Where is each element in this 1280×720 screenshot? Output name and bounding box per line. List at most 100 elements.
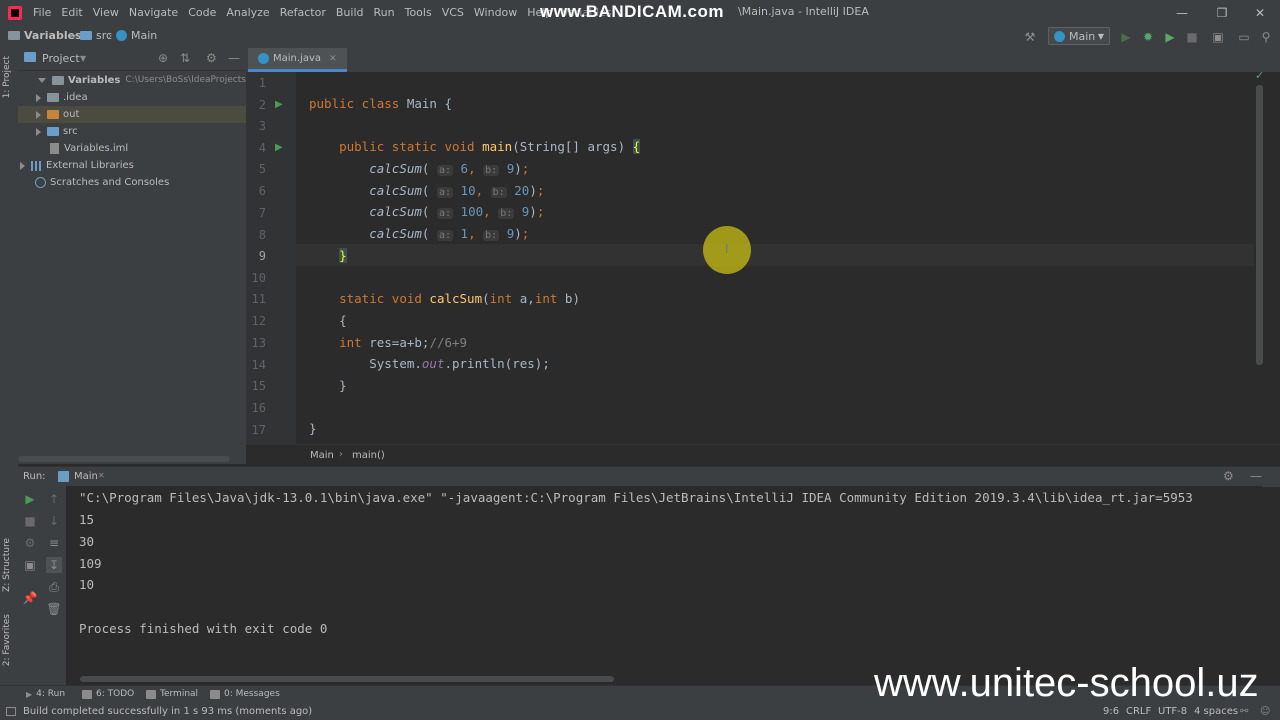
up-arrow-icon[interactable]: ↑: [46, 491, 62, 507]
tab-run[interactable]: ▶ 4: Run: [26, 689, 65, 699]
tab-project[interactable]: 1: Project: [2, 56, 12, 98]
menu-window[interactable]: Window: [469, 0, 522, 25]
search-icon[interactable]: ⚲: [1258, 29, 1274, 45]
code-editor[interactable]: public class Main { public static void m…: [296, 72, 1254, 444]
project-hscrollbar[interactable]: [18, 456, 230, 462]
tree-item-src[interactable]: src: [36, 123, 78, 140]
run-tab-main[interactable]: Main: [74, 471, 98, 482]
minimize-button[interactable]: —: [1168, 4, 1196, 22]
stop-icon[interactable]: ■: [1184, 29, 1200, 45]
debug-icon[interactable]: ✹: [1140, 29, 1156, 45]
editor-crumb-class[interactable]: Main: [310, 450, 334, 461]
locate-icon[interactable]: ⊕: [158, 51, 168, 65]
hammer-icon[interactable]: ⚒: [1022, 29, 1038, 45]
chevron-down-icon[interactable]: ▼: [80, 54, 86, 63]
menu-tools[interactable]: Tools: [400, 0, 437, 25]
code-comment: //6+9: [429, 335, 468, 350]
tree-item-label: out: [63, 109, 80, 120]
editor-vscrollbar[interactable]: [1256, 85, 1263, 365]
gear-icon[interactable]: ⚙: [1223, 469, 1234, 483]
tab-messages[interactable]: 0: Messages: [210, 689, 280, 699]
menu-navigate[interactable]: Navigate: [124, 0, 183, 25]
run-icon: ▶: [26, 689, 33, 699]
tree-item-scratches[interactable]: Scratches and Consoles: [35, 174, 169, 191]
line-number: 3: [258, 119, 266, 133]
down-arrow-icon[interactable]: ↓: [46, 513, 62, 529]
tab-terminal[interactable]: Terminal: [146, 689, 198, 699]
left-tool-strip: 1: Project Z: Structure 2: Favorites: [0, 48, 19, 685]
editor-crumb-method[interactable]: main(): [352, 450, 385, 461]
breadcrumb-project[interactable]: Variables: [8, 29, 82, 42]
file-icon: [50, 143, 59, 154]
menu-view[interactable]: View: [88, 0, 124, 25]
close-window-button[interactable]: ✕: [1246, 4, 1274, 22]
code-text: .println(res);: [444, 356, 550, 371]
close-icon[interactable]: ✕: [98, 471, 105, 480]
tree-item-iml[interactable]: Variables.iml: [50, 140, 128, 157]
project-panel: Project ▼ ⊕ ⇅ ⚙ — Variables C:\Users\BoS…: [18, 48, 277, 464]
project-structure-icon[interactable]: ▣: [1210, 29, 1226, 45]
tree-item-label: .idea: [63, 92, 88, 103]
run-gutter-icon[interactable]: ▶: [275, 99, 283, 110]
project-view-label[interactable]: Project: [42, 52, 80, 65]
number-literal: 1: [460, 226, 469, 241]
menu-run[interactable]: Run: [369, 0, 400, 25]
text-cursor-icon: I: [725, 242, 729, 256]
maximize-button[interactable]: ❐: [1208, 4, 1236, 22]
collapse-all-icon[interactable]: ⇅: [180, 51, 190, 65]
expand-arrow-icon: [38, 78, 46, 83]
tab-favorites[interactable]: 2: Favorites: [2, 614, 12, 666]
line-number: 7: [258, 206, 266, 220]
coverage-icon[interactable]: ▶: [1162, 29, 1178, 45]
hide-panel-icon[interactable]: —: [1250, 469, 1262, 483]
run-panel-label: Run:: [23, 471, 46, 482]
tree-item-idea[interactable]: .idea: [36, 89, 88, 106]
run-icon[interactable]: ▶: [1118, 29, 1134, 45]
hide-panel-icon[interactable]: —: [228, 51, 240, 65]
frame-icon[interactable]: ▭: [1236, 29, 1252, 45]
menu-file[interactable]: File: [28, 0, 56, 25]
status-panel-icon[interactable]: [6, 707, 16, 716]
gear-icon[interactable]: ⚙: [206, 51, 217, 65]
menu-vcs[interactable]: VCS: [437, 0, 469, 25]
tab-structure[interactable]: Z: Structure: [2, 538, 12, 592]
rerun-icon[interactable]: ▶: [22, 491, 38, 507]
code-line-12: {: [309, 313, 347, 328]
param-hint: b:: [483, 230, 500, 241]
soft-wrap-icon[interactable]: ≡: [46, 535, 62, 551]
tree-item-out[interactable]: out: [18, 106, 246, 123]
stop-icon[interactable]: ■: [22, 513, 38, 529]
run-configuration-select[interactable]: Main ▼: [1048, 27, 1110, 45]
menu-code[interactable]: Code: [183, 0, 221, 25]
keyword: static void: [339, 291, 430, 306]
param-hint: b:: [490, 187, 507, 198]
pin-icon[interactable]: 📌: [22, 590, 38, 606]
expand-arrow-icon: [36, 127, 41, 136]
console-hscrollbar[interactable]: [80, 676, 614, 682]
status-message[interactable]: Build completed successfully in 1 s 93 m…: [23, 703, 312, 720]
breadcrumb-separator-icon: ›: [72, 29, 77, 42]
menu-analyze[interactable]: Analyze: [221, 0, 274, 25]
run-gutter-icon[interactable]: ▶: [275, 142, 283, 153]
line-number: 5: [258, 162, 266, 176]
inspector-icon[interactable]: ☺: [1260, 703, 1270, 720]
snapshot-icon[interactable]: ⚙: [22, 535, 38, 551]
menu-build[interactable]: Build: [331, 0, 369, 25]
restore-layout-icon[interactable]: ▣: [22, 557, 38, 573]
menu-edit[interactable]: Edit: [56, 0, 87, 25]
code-line-2: public class Main {: [309, 96, 452, 111]
breadcrumb-main[interactable]: Main: [116, 29, 157, 42]
tab-todo[interactable]: 6: TODO: [82, 689, 134, 699]
code-line-13: int res=a+b;//6+9: [309, 335, 467, 350]
keyword: int: [339, 335, 370, 350]
tab-main-java[interactable]: Main.java ✕: [248, 48, 347, 72]
tree-item-external-libraries[interactable]: External Libraries: [20, 157, 134, 174]
close-icon[interactable]: ✕: [329, 48, 337, 70]
tree-item-root[interactable]: Variables C:\Users\BoSs\IdeaProjects\Var…: [38, 72, 277, 89]
intellij-logo-icon: [8, 5, 22, 20]
menu-refactor[interactable]: Refactor: [275, 0, 331, 25]
scroll-to-end-icon[interactable]: ↧: [46, 557, 62, 573]
print-icon[interactable]: ⎙: [46, 579, 62, 595]
trash-icon[interactable]: 🗑: [46, 601, 62, 617]
class-icon: [258, 53, 269, 64]
